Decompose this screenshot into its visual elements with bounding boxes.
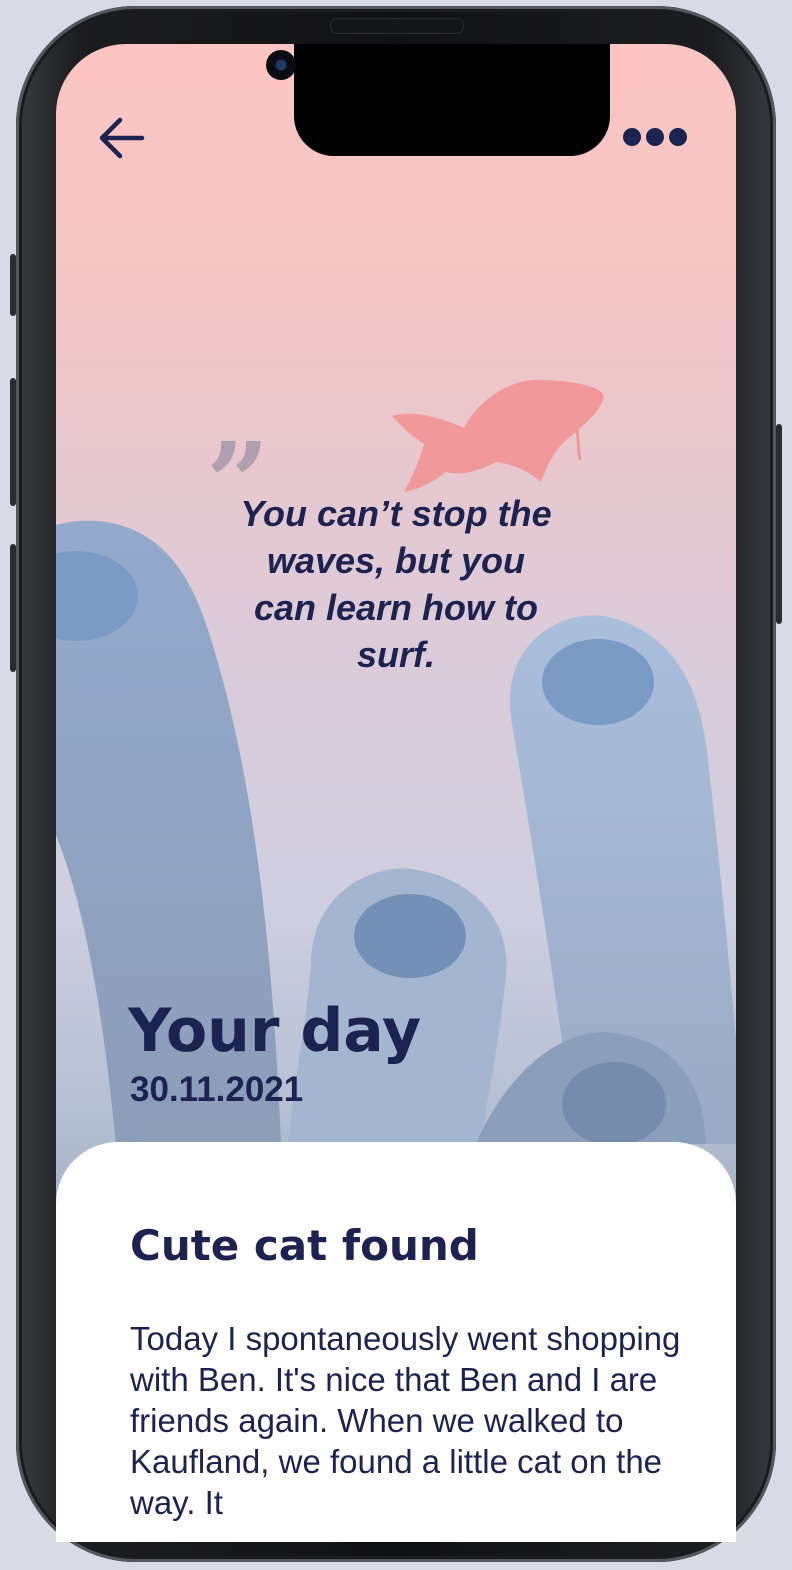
back-button[interactable] [98, 114, 146, 162]
speaker [330, 18, 464, 34]
arrow-left-icon [99, 117, 145, 159]
goldfish-illustration [392, 380, 604, 492]
date-label: 30.11.2021 [130, 1070, 304, 1109]
more-button[interactable] [622, 124, 688, 150]
front-camera [266, 50, 296, 80]
entry-body: Today I spontaneously went shopping with… [130, 1320, 681, 1521]
more-horizontal-icon [623, 128, 687, 146]
page-title: Your day [128, 996, 422, 1066]
coral-middle-opening [354, 894, 466, 978]
coral-bottom-right-opening [562, 1062, 666, 1146]
coral-right-opening [542, 639, 654, 725]
power-button [776, 424, 782, 624]
daily-quote: You can’t stop the waves, but you can le… [240, 493, 552, 675]
entry-card[interactable]: Cute cat found Today I spontaneously wen… [56, 1142, 736, 1542]
mute-switch [10, 254, 16, 316]
notch [294, 44, 610, 156]
entry-title: Cute cat found [130, 1221, 479, 1270]
volume-up-button [10, 378, 16, 506]
volume-down-button [10, 544, 16, 672]
